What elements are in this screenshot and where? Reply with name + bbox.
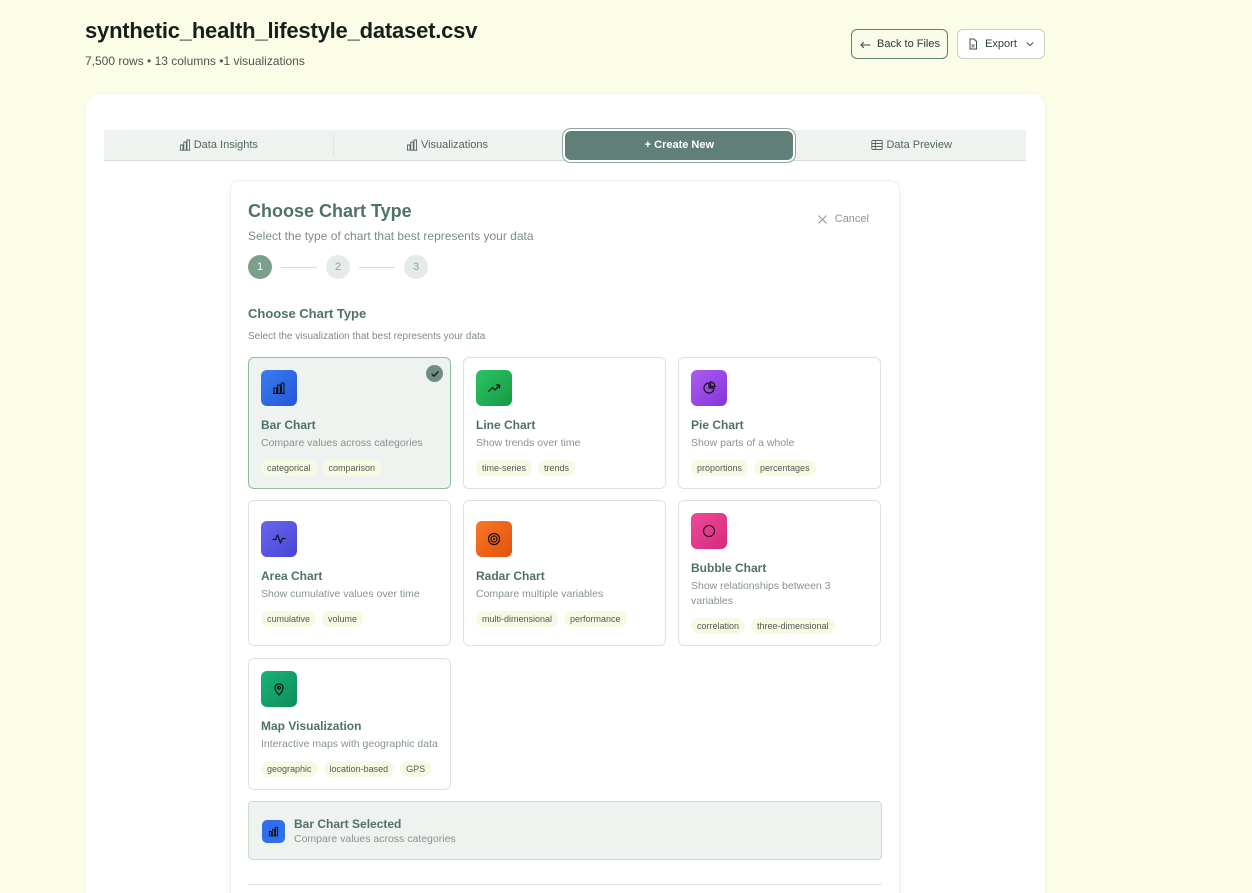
bar-chart-icon: [406, 139, 418, 151]
cancel-label: Cancel: [834, 213, 869, 225]
export-label: Export: [985, 38, 1017, 50]
tag: trends: [538, 460, 576, 476]
section-subtitle: Select the visualization that best repre…: [248, 331, 486, 342]
chart-type-line[interactable]: Line Chart Show trends over time time-se…: [463, 357, 666, 489]
tab-label: Data Insights: [193, 139, 258, 151]
chevron-down-icon: [1026, 42, 1034, 47]
table-icon: [871, 140, 884, 150]
activity-icon: [261, 521, 297, 557]
chart-type-area[interactable]: Area Chart Show cumulative values over t…: [248, 500, 451, 646]
tab-create-new[interactable]: + Create New: [565, 130, 794, 160]
pie-chart-icon: [691, 370, 727, 406]
chart-type-description: Compare multiple variables: [476, 588, 604, 600]
step-2: 2: [326, 255, 350, 279]
step-connector: [359, 266, 395, 268]
back-to-files-button[interactable]: Back to Files: [851, 29, 948, 59]
cancel-button[interactable]: Cancel: [817, 213, 869, 225]
chart-type-name: Radar Chart: [476, 569, 545, 583]
chart-type-description: Show cumulative values over time: [261, 588, 420, 600]
arrow-left-icon: [860, 41, 871, 49]
chart-type-name: Bubble Chart: [691, 561, 767, 575]
tab-label: + Create New: [644, 139, 715, 151]
selected-chart-title: Bar Chart Selected: [294, 817, 402, 831]
tag: geographic: [261, 761, 318, 777]
chart-type-bubble[interactable]: Bubble Chart Show relationships between …: [678, 500, 881, 646]
tag: comparison: [322, 460, 382, 476]
file-meta: 7,500 rows • 13 columns •1 visualization…: [85, 54, 305, 68]
tab-label: Visualizations: [420, 139, 489, 151]
trending-up-icon: [476, 370, 512, 406]
map-pin-icon: [261, 671, 297, 707]
chart-type-map[interactable]: Map Visualization Interactive maps with …: [248, 658, 451, 790]
tag: GPS: [400, 761, 432, 777]
tag: percentages: [754, 460, 816, 476]
chart-type-tags: correlation three-dimensional: [691, 618, 835, 634]
section-title: Choose Chart Type: [248, 306, 367, 321]
chart-type-bar[interactable]: Bar Chart Compare values across categori…: [248, 357, 451, 489]
chart-type-tags: multi-dimensional performance: [476, 611, 627, 627]
chart-type-description: Show trends over time: [476, 437, 581, 449]
chart-type-description: Show relationships between 3 variables: [691, 580, 831, 607]
chart-type-tags: proportions percentages: [691, 460, 816, 476]
tab-data-insights[interactable]: Data Insights: [104, 130, 333, 160]
chart-type-pie[interactable]: Pie Chart Show parts of a whole proporti…: [678, 357, 881, 489]
tag: time-series: [476, 460, 533, 476]
chart-type-tags: cumulative volume: [261, 611, 364, 627]
file-title: synthetic_health_lifestyle_dataset.csv: [85, 18, 478, 43]
tab-label: Data Preview: [886, 139, 952, 151]
bar-chart-icon: [261, 370, 297, 406]
chart-type-tags: time-series trends: [476, 460, 576, 476]
stepper: 1 2 3: [248, 255, 428, 279]
chart-type-tags: categorical comparison: [261, 460, 382, 476]
tag: location-based: [323, 761, 395, 777]
tag: cumulative: [261, 611, 317, 627]
step-connector: [281, 266, 317, 268]
tab-visualizations[interactable]: Visualizations: [332, 130, 562, 160]
selected-check-icon: [426, 365, 443, 382]
main-card: Data Insights Visualizations + Create Ne…: [86, 94, 1045, 893]
circle-icon: [691, 513, 727, 549]
chart-type-name: Bar Chart: [261, 418, 316, 432]
tag: performance: [564, 611, 627, 627]
chart-type-description: Interactive maps with geographic data: [261, 738, 438, 750]
tag: volume: [322, 611, 364, 627]
back-to-files-label: Back to Files: [877, 38, 940, 50]
selected-chart-description: Compare values across categories: [294, 833, 456, 845]
chart-type-tags: geographic location-based GPS: [261, 761, 432, 777]
chart-type-radar[interactable]: Radar Chart Compare multiple variables m…: [463, 500, 666, 646]
view-tabs: Data Insights Visualizations + Create Ne…: [104, 130, 1026, 161]
tag: proportions: [691, 460, 749, 476]
selected-chart-banner: Bar Chart Selected Compare values across…: [248, 801, 882, 860]
close-icon: [818, 214, 827, 224]
bar-chart-icon: [179, 139, 191, 151]
chart-type-name: Area Chart: [261, 569, 323, 583]
wizard-subtitle: Select the type of chart that best repre…: [248, 229, 534, 243]
chart-type-description: Compare values across categories: [261, 437, 423, 449]
tag: three-dimensional: [751, 618, 835, 634]
tag: multi-dimensional: [476, 611, 559, 627]
chart-type-name: Pie Chart: [691, 418, 744, 432]
tag: correlation: [691, 618, 746, 634]
bar-chart-icon: [262, 820, 285, 843]
file-icon: [969, 38, 978, 50]
step-1: 1: [248, 255, 272, 279]
step-3: 3: [404, 255, 428, 279]
tab-data-preview[interactable]: Data Preview: [797, 130, 1026, 160]
export-button[interactable]: Export: [957, 29, 1045, 59]
chart-wizard: Choose Chart Type Select the type of cha…: [230, 180, 900, 893]
chart-type-description: Show parts of a whole: [691, 437, 795, 449]
wizard-title: Choose Chart Type: [248, 201, 412, 221]
tag: categorical: [261, 460, 317, 476]
chart-type-name: Line Chart: [476, 418, 536, 432]
divider: [248, 884, 882, 885]
chart-type-name: Map Visualization: [261, 719, 362, 733]
target-icon: [476, 521, 512, 557]
